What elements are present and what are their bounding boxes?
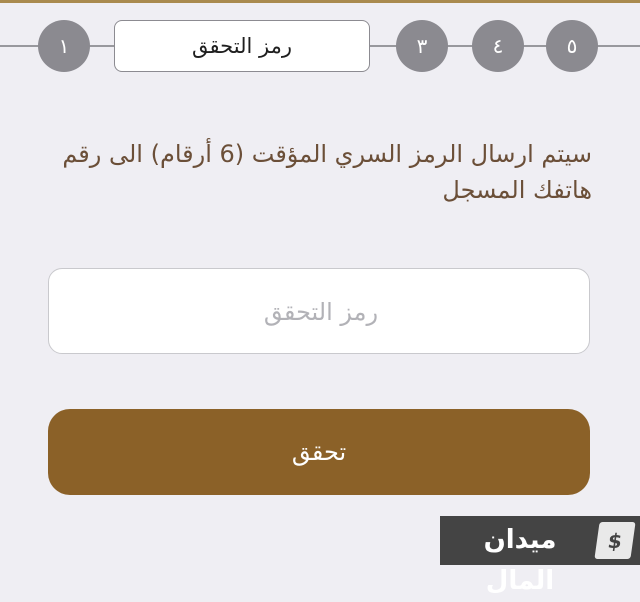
progress-stepper: ٥ ٤ ٣ رمز التحقق ١: [0, 18, 640, 76]
instruction-text: سيتم ارسال الرمز السري المؤقت (6 أرقام) …: [62, 140, 592, 204]
verification-code-field[interactable]: [48, 268, 593, 355]
dollar-document-icon: $: [594, 522, 636, 559]
step-5-indicator: ٥: [546, 20, 598, 72]
step-4-indicator: ٤: [472, 20, 524, 72]
watermark-text: ميدان المال: [483, 525, 557, 596]
step-1-indicator: ١: [38, 20, 90, 72]
verification-code-input[interactable]: [49, 269, 593, 355]
top-accent-border: [0, 0, 640, 3]
watermark-logo: ميدان المال $: [440, 516, 640, 596]
verify-button[interactable]: تحقق: [48, 409, 590, 495]
step-3-indicator: ٣: [396, 20, 448, 72]
current-step-indicator: رمز التحقق: [114, 20, 370, 72]
